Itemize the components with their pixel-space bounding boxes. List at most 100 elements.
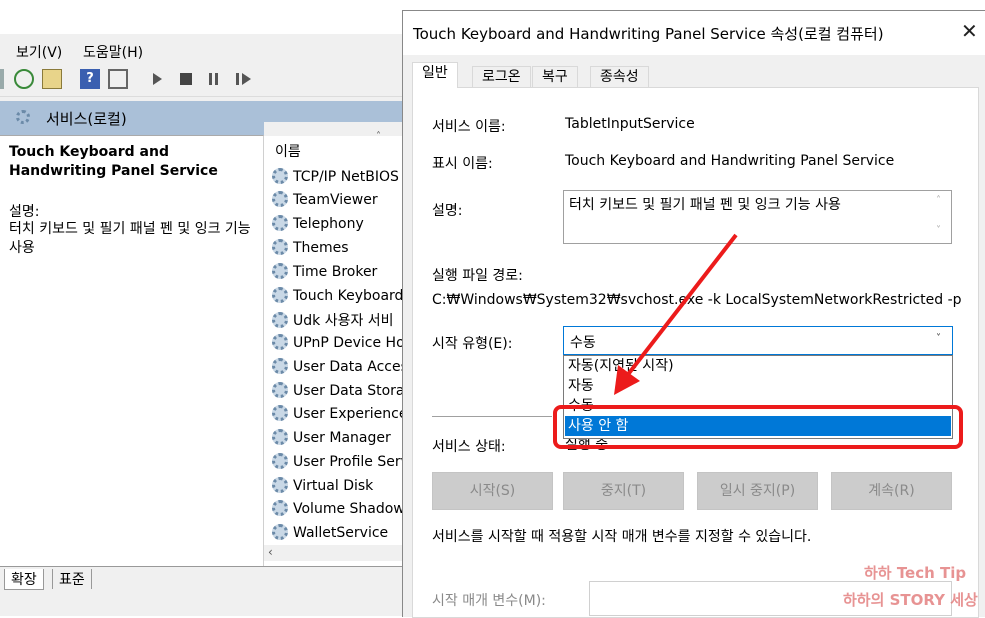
menu-view[interactable]: 보기(V): [16, 42, 62, 62]
description-text: 터치 키보드 및 필기 패널 펜 및 잉크 기능 사용: [569, 197, 841, 213]
close-icon[interactable]: ✕: [961, 19, 978, 43]
service-row[interactable]: User Manager: [272, 429, 404, 451]
service-name: User Data Storag: [293, 383, 404, 399]
service-row[interactable]: User Profile Serv: [272, 453, 404, 475]
service-gear-icon: [272, 405, 288, 421]
service-row[interactable]: WalletService: [272, 524, 404, 546]
export-icon[interactable]: [42, 69, 62, 89]
toolbar-edge: [0, 69, 4, 89]
sort-up-icon: ˄: [376, 131, 381, 142]
service-name: User Data Access: [293, 359, 404, 375]
watermark-line-2: 하하의 STORY 세상: [843, 591, 978, 609]
refresh-icon[interactable]: [14, 69, 34, 89]
chevron-down-icon[interactable]: ˅: [936, 333, 941, 344]
service-name: TCP/IP NetBIOS: [293, 169, 399, 185]
service-name: Volume Shadow: [293, 501, 404, 517]
service-row[interactable]: Themes: [272, 239, 404, 261]
service-name: User Manager: [293, 430, 391, 446]
tab-dependencies[interactable]: 종속성: [590, 66, 649, 88]
dialog-titlebar: Touch Keyboard and Handwriting Panel Ser…: [403, 11, 985, 55]
start-button[interactable]: 시작(S): [432, 472, 553, 510]
service-name: TeamViewer: [293, 192, 378, 208]
status-bar: [0, 590, 402, 616]
startup-type-value: 수동: [570, 335, 596, 351]
service-gear-icon: [272, 358, 288, 374]
exe-path-label: 실행 파일 경로:: [432, 268, 523, 284]
service-row[interactable]: Udk 사용자 서비: [272, 310, 404, 332]
service-gear-icon: [272, 524, 288, 540]
scroll-down-icon[interactable]: ˅: [936, 225, 941, 236]
stop-icon[interactable]: [180, 73, 192, 85]
service-name: Time Broker: [293, 264, 378, 280]
service-gear-icon: [272, 382, 288, 398]
service-gear-icon: [272, 477, 288, 493]
services-titlebar: [0, 0, 402, 34]
service-gear-icon: [272, 312, 288, 328]
display-name-value: Touch Keyboard and Handwriting Panel Ser…: [565, 153, 895, 169]
restart-icon[interactable]: [242, 73, 251, 85]
services-gear-icon: [16, 110, 30, 124]
service-name: User Experience: [293, 406, 404, 422]
service-name: Udk 사용자 서비: [293, 313, 394, 329]
service-row[interactable]: TCP/IP NetBIOS: [272, 168, 404, 190]
pause-icon[interactable]: [209, 73, 212, 85]
desc-label: 설명:: [9, 204, 40, 220]
service-name-label: 서비스 이름:: [432, 119, 506, 135]
service-name-value: TabletInputService: [565, 116, 695, 132]
scroll-left-icon[interactable]: ‹: [268, 545, 273, 559]
service-gear-icon: [272, 500, 288, 516]
help-icon[interactable]: ?: [80, 69, 100, 89]
service-name: User Profile Serv: [293, 454, 404, 470]
tab-extended[interactable]: 확장: [4, 569, 44, 590]
service-name: Touch Keyboard: [293, 288, 404, 304]
restart-bar-icon[interactable]: [236, 73, 239, 85]
service-name: Telephony: [293, 216, 364, 232]
service-gear-icon: [272, 334, 288, 350]
stop-button[interactable]: 중지(T): [563, 472, 684, 510]
start-params-note: 서비스를 시작할 때 적용할 시작 매개 변수를 지정할 수 있습니다.: [432, 529, 812, 545]
service-row[interactable]: User Experience: [272, 405, 404, 427]
menu-help[interactable]: 도움말(H): [83, 42, 143, 62]
service-row[interactable]: User Data Storag: [272, 382, 404, 404]
panel-title: 서비스(로컬): [46, 110, 127, 128]
service-row[interactable]: Telephony: [272, 215, 404, 237]
properties-icon[interactable]: [108, 69, 128, 89]
startup-type-label: 시작 유형(E):: [432, 336, 513, 352]
service-gear-icon: [272, 263, 288, 279]
service-status-label: 서비스 상태:: [432, 439, 506, 455]
tab-recovery[interactable]: 복구: [532, 66, 578, 88]
service-gear-icon: [272, 168, 288, 184]
service-name: WalletService: [293, 525, 389, 541]
service-name: UPnP Device Ho: [293, 335, 404, 351]
service-gear-icon: [272, 191, 288, 207]
tab-standard[interactable]: 표준: [52, 569, 92, 589]
play-icon[interactable]: [153, 73, 162, 85]
scroll-up-icon[interactable]: ˄: [936, 195, 941, 206]
service-name: Virtual Disk: [293, 478, 374, 494]
service-gear-icon: [272, 215, 288, 231]
service-row[interactable]: Volume Shadow: [272, 500, 404, 522]
service-row[interactable]: Time Broker: [272, 263, 404, 285]
horizontal-scrollbar[interactable]: ‹: [264, 545, 402, 561]
annotation-arrow: [614, 233, 738, 395]
tab-general[interactable]: 일반: [412, 62, 458, 88]
description-label: 설명:: [432, 203, 463, 219]
column-header-name[interactable]: 이름: [275, 141, 301, 161]
service-gear-icon: [272, 287, 288, 303]
service-row[interactable]: User Data Access: [272, 358, 404, 380]
pause-button[interactable]: 일시 중지(P): [697, 472, 818, 510]
desc-text: 터치 키보드 및 필기 패널 펜 및 잉크 기능 사용: [9, 221, 251, 256]
service-gear-icon: [272, 453, 288, 469]
service-row[interactable]: Touch Keyboard: [272, 287, 404, 309]
selected-service-title: Touch Keyboard and Handwriting Panel Ser…: [9, 144, 218, 179]
annotation-highlight-box: [553, 405, 963, 449]
resume-button[interactable]: 계속(R): [831, 472, 952, 510]
start-params-label: 시작 매개 변수(M):: [432, 593, 546, 609]
service-row[interactable]: TeamViewer: [272, 191, 404, 213]
service-row[interactable]: Virtual Disk: [272, 477, 404, 499]
service-gear-icon: [272, 239, 288, 255]
separator: [432, 416, 552, 417]
service-row[interactable]: UPnP Device Ho: [272, 334, 404, 356]
tab-logon[interactable]: 로그온: [472, 66, 531, 88]
description-panel: Touch Keyboard and Handwriting Panel Ser…: [0, 135, 264, 566]
